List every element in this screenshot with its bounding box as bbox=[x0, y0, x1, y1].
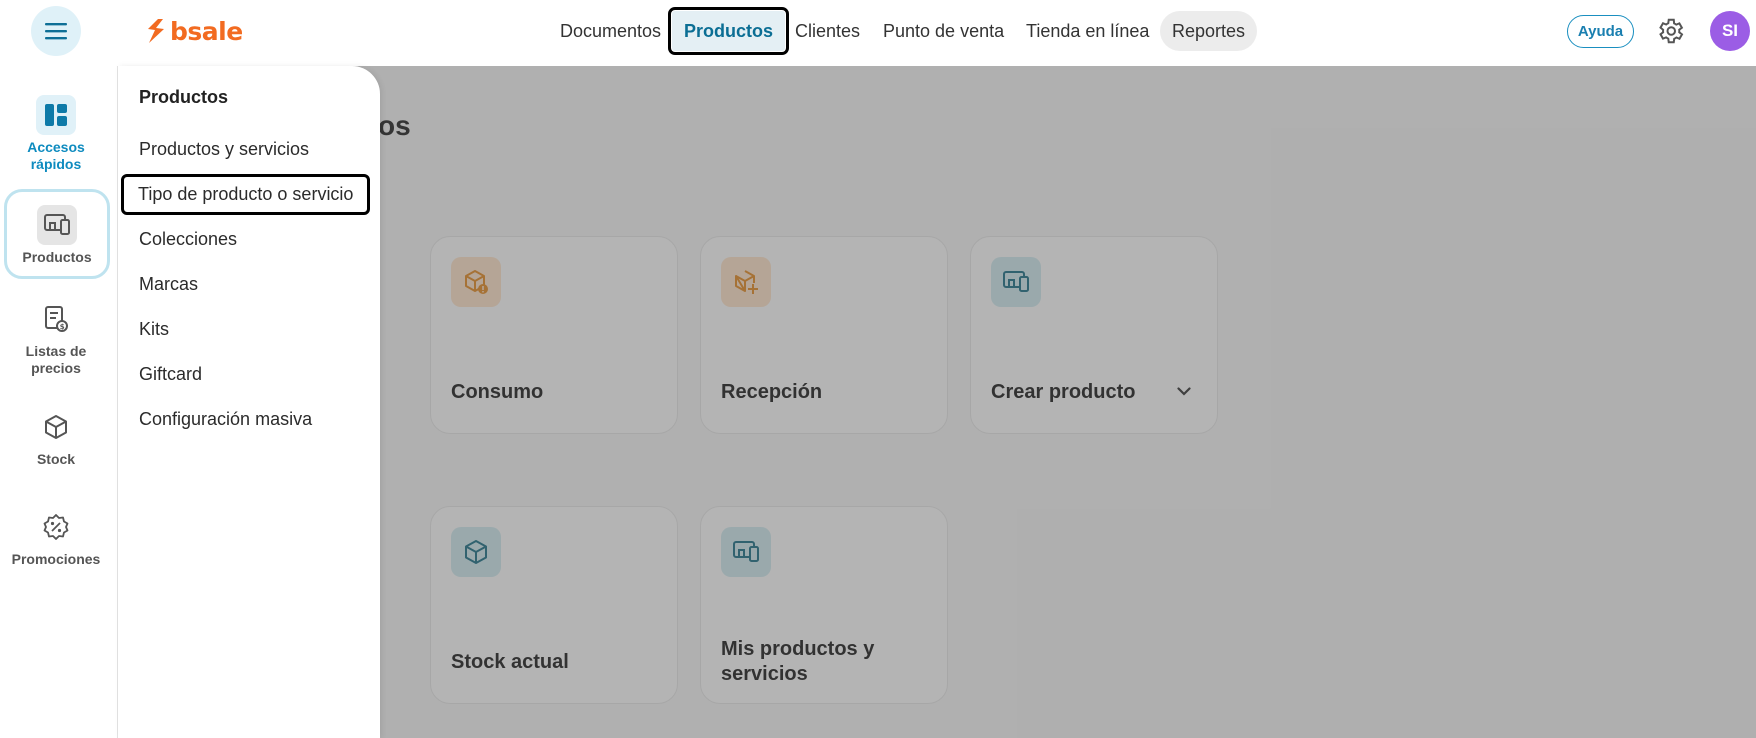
dropdown-item-kits[interactable]: Kits bbox=[139, 319, 169, 340]
help-button[interactable]: Ayuda bbox=[1567, 15, 1634, 48]
sidebar-item-label: Accesos rápidos bbox=[27, 139, 85, 172]
products-icon bbox=[37, 205, 77, 245]
sidebar-item-accesos-rapidos[interactable]: Accesos rápidos bbox=[0, 95, 112, 173]
nav-punto-de-venta[interactable]: Punto de venta bbox=[871, 11, 1016, 51]
dropdown-item-configuracion-masiva[interactable]: Configuración masiva bbox=[139, 409, 312, 430]
sidebar-item-stock[interactable]: Stock bbox=[0, 407, 112, 468]
productos-dropdown-panel: Productos Productos y servicios Tipo de … bbox=[118, 66, 380, 738]
gear-icon[interactable] bbox=[1655, 16, 1685, 46]
sidebar-item-label: Productos bbox=[22, 249, 92, 265]
dropdown-item-giftcard[interactable]: Giftcard bbox=[139, 364, 202, 385]
dropdown-item-productos-y-servicios[interactable]: Productos y servicios bbox=[139, 139, 309, 160]
discount-badge-icon bbox=[36, 507, 76, 547]
sidebar-item-label: Promociones bbox=[11, 551, 101, 567]
nav-documentos[interactable]: Documentos bbox=[548, 11, 673, 51]
dropdown-item-colecciones[interactable]: Colecciones bbox=[139, 229, 237, 250]
top-bar: bsale Documentos Productos Clientes Punt… bbox=[0, 0, 1756, 66]
nav-clientes[interactable]: Clientes bbox=[783, 11, 872, 51]
box-icon bbox=[36, 407, 76, 447]
nav-tienda-en-linea[interactable]: Tienda en línea bbox=[1014, 11, 1161, 51]
sidebar-item-listas-de-precios[interactable]: $ Listas de precios bbox=[0, 299, 112, 377]
avatar[interactable]: SI bbox=[1710, 11, 1750, 51]
dropdown-item-tipo-de-producto[interactable]: Tipo de producto o servicio bbox=[120, 174, 371, 215]
nav-reportes[interactable]: Reportes bbox=[1160, 11, 1258, 51]
sidebar-item-productos[interactable]: Productos bbox=[4, 189, 110, 279]
left-sidebar: Accesos rápidos Productos $ Listas de pr… bbox=[0, 66, 118, 738]
svg-text:$: $ bbox=[60, 323, 65, 331]
main-nav: Documentos Productos Clientes Punto de v… bbox=[0, 0, 1756, 62]
sidebar-item-promociones[interactable]: Promociones bbox=[0, 507, 112, 568]
price-list-icon: $ bbox=[36, 299, 76, 339]
nav-productos[interactable]: Productos bbox=[667, 7, 790, 55]
sidebar-item-label: Listas de precios bbox=[25, 343, 87, 376]
sidebar-item-label: Stock bbox=[36, 451, 76, 467]
dropdown-item-marcas[interactable]: Marcas bbox=[139, 274, 198, 295]
dashboard-icon bbox=[36, 95, 76, 135]
dropdown-title: Productos bbox=[139, 87, 229, 107]
